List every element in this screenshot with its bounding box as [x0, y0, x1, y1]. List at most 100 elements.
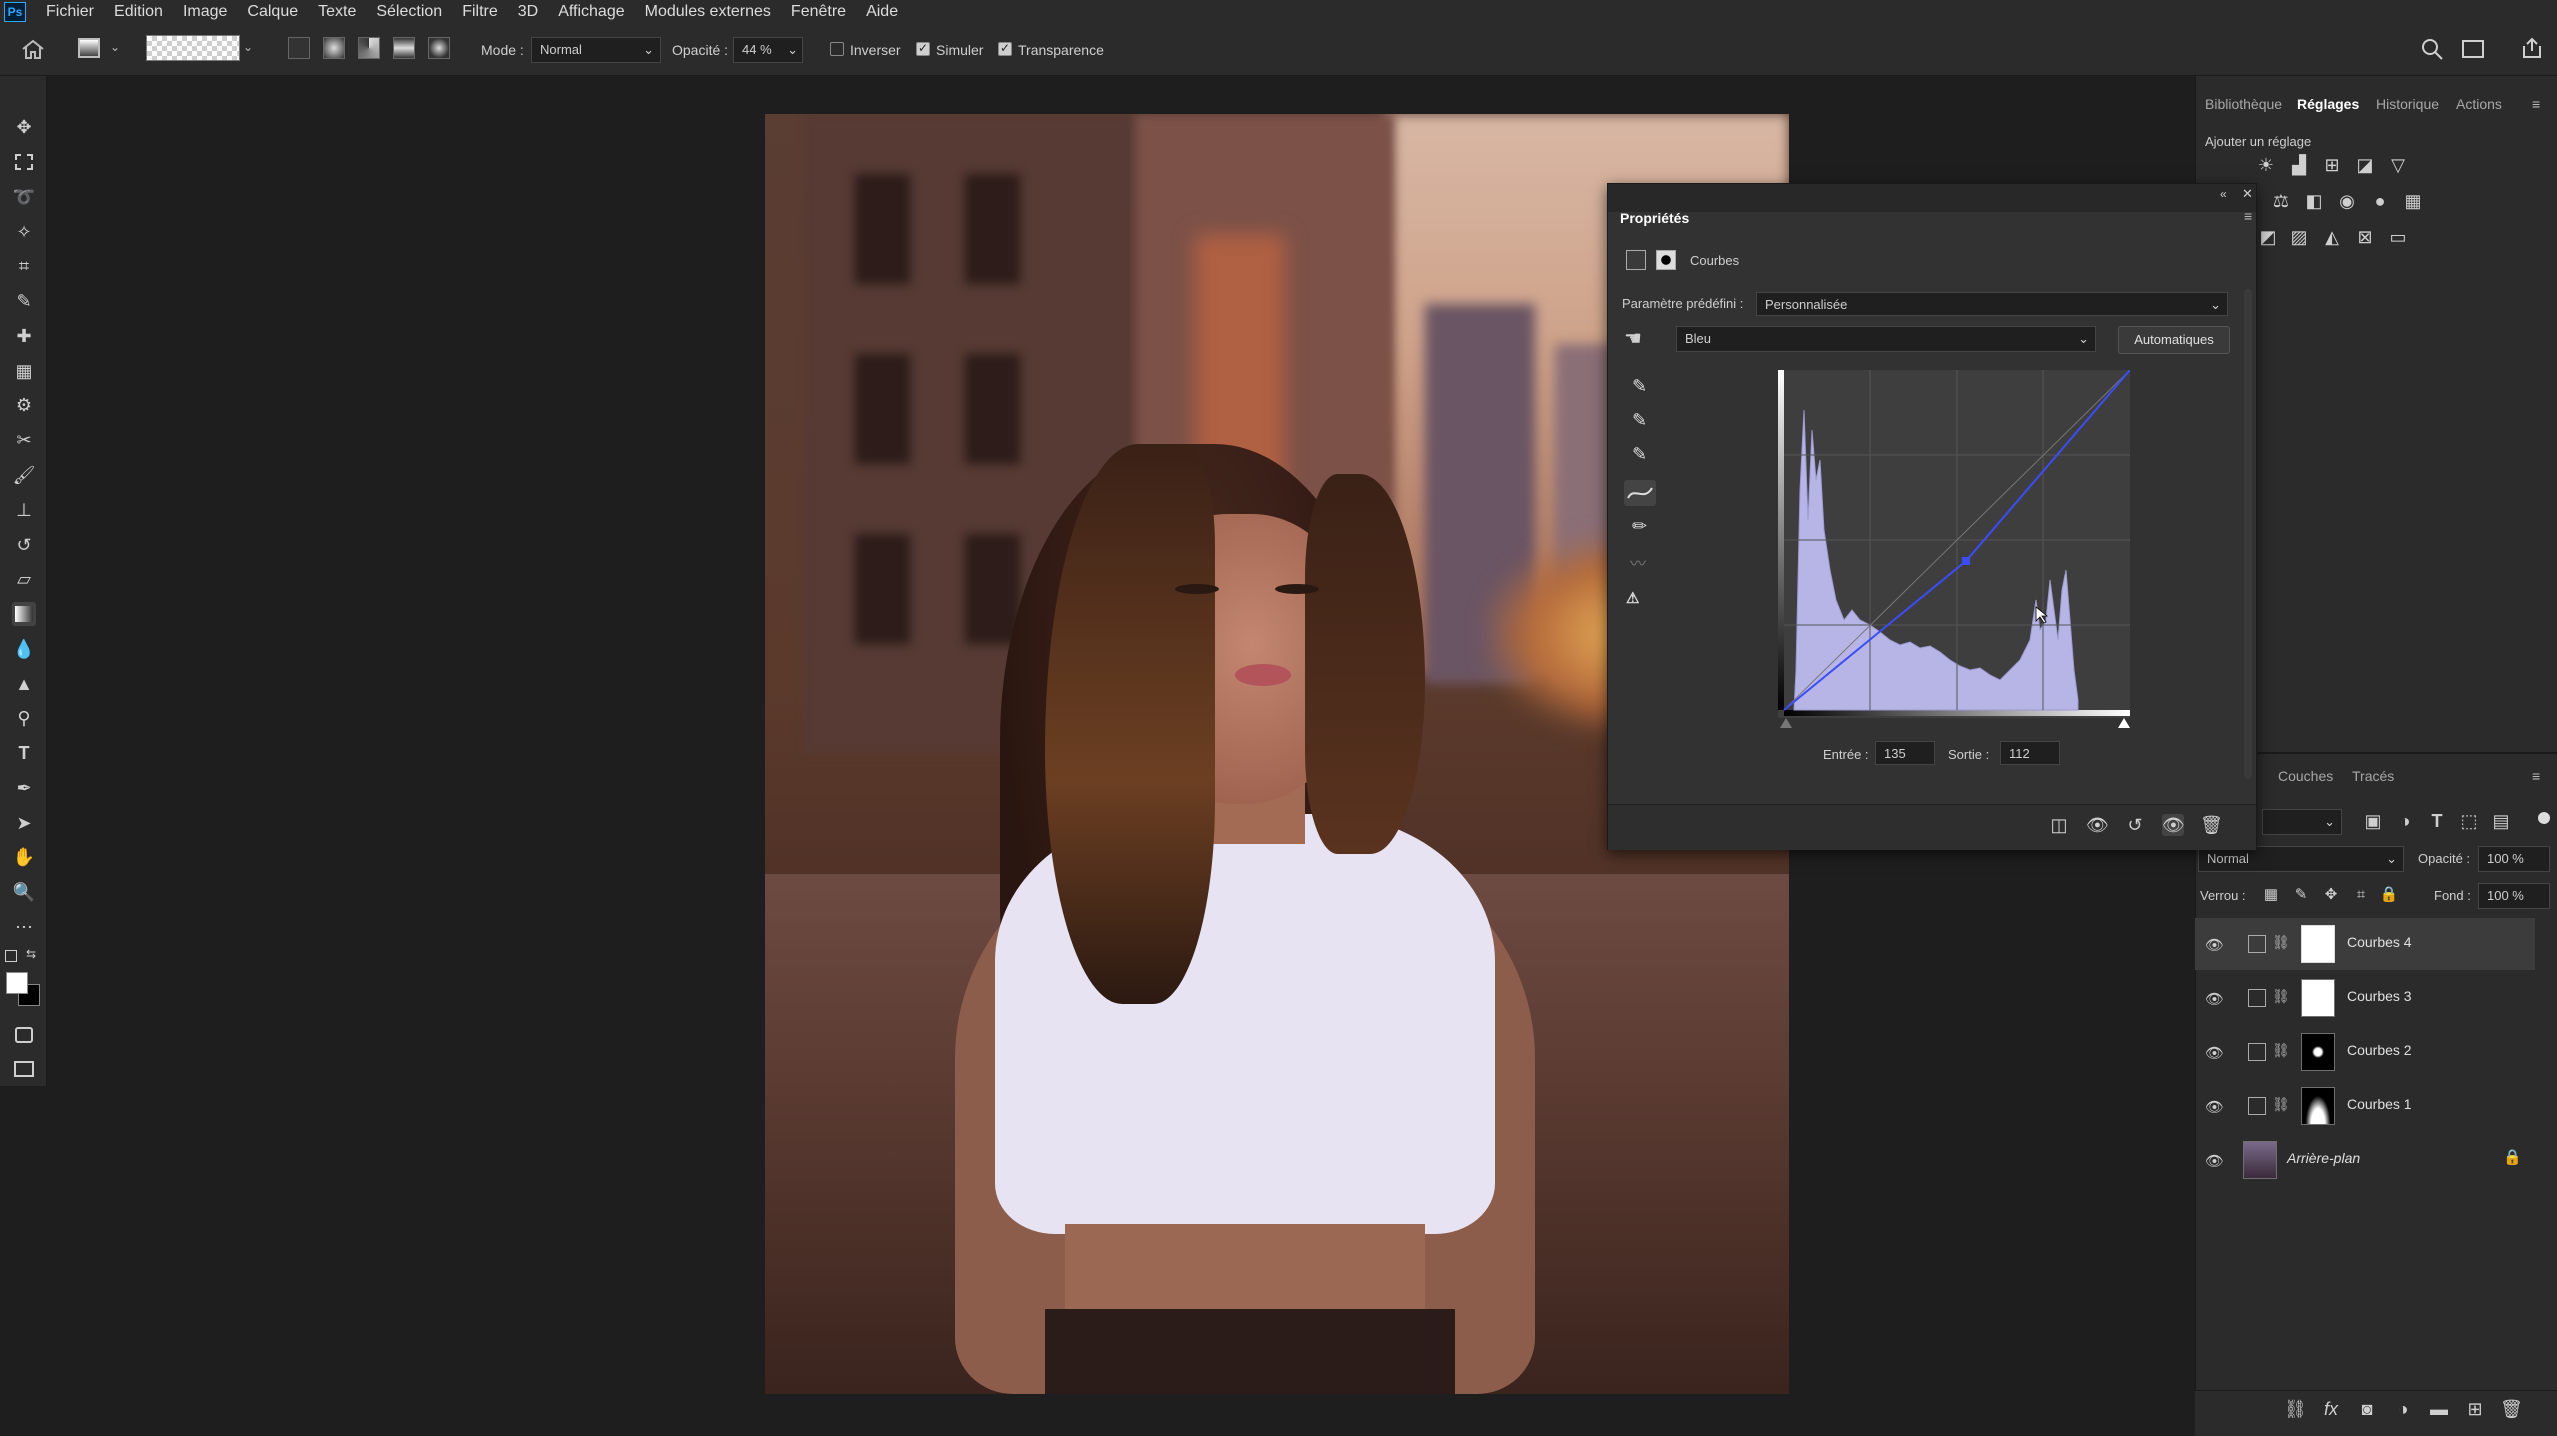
lock-all-icon[interactable]: 🔒 — [2378, 884, 2400, 906]
output-field[interactable]: 112 — [2000, 741, 2060, 765]
tab-historique[interactable]: Historique — [2376, 96, 2439, 112]
filter-toggle[interactable] — [2538, 812, 2550, 824]
chain-link-icon[interactable]: ⛓ — [2272, 934, 2290, 951]
layer-opacity-field[interactable]: 100 % — [2478, 846, 2550, 872]
dodge-tool-icon[interactable]: ⚲ — [12, 706, 36, 730]
panel-menu-icon[interactable]: ≡ — [2244, 208, 2252, 224]
layer-mask-thumbnail[interactable] — [2301, 1087, 2335, 1125]
panel-menu-icon[interactable]: ≡ — [2532, 96, 2540, 112]
layer-name[interactable]: Arrière-plan — [2287, 1150, 2360, 1166]
layer-name[interactable]: Courbes 2 — [2347, 1042, 2412, 1058]
black-point-slider[interactable] — [1780, 718, 1792, 728]
layer-name[interactable]: Courbes 1 — [2347, 1096, 2412, 1112]
brush-tool-icon[interactable]: 🖌 — [12, 463, 36, 487]
chain-link-icon[interactable]: ⛓ — [2272, 1042, 2290, 1059]
close-icon[interactable]: ✕ — [2242, 186, 2253, 202]
clip-to-layer-icon[interactable]: ◫ — [2048, 814, 2070, 836]
gray-point-eyedropper-icon[interactable]: ✎ — [1632, 410, 1647, 431]
properties-scrollbar[interactable] — [2244, 289, 2252, 779]
mode-dropdown[interactable]: Normal ⌄ — [531, 37, 661, 63]
levels-icon[interactable]: ▟ — [2288, 154, 2310, 176]
lock-pixels-icon[interactable]: ▦ — [2260, 884, 2282, 906]
angle-gradient-button[interactable] — [358, 37, 380, 59]
filter-type-icon[interactable]: T — [2426, 810, 2448, 832]
sharpen-tool-icon[interactable]: ▲ — [12, 672, 36, 696]
exposure-icon[interactable]: ◪ — [2354, 154, 2376, 176]
transparency-checkbox[interactable] — [998, 41, 1012, 56]
history-brush-tool-icon[interactable]: ↺ — [12, 533, 36, 557]
gradient-tool-icon[interactable] — [12, 602, 36, 626]
mask-icon[interactable] — [1656, 250, 1676, 270]
color-balance-icon[interactable]: ⚖ — [2270, 190, 2292, 212]
tab-bibliotheque[interactable]: Bibliothèque — [2205, 96, 2282, 112]
healing-brush-tool-icon[interactable]: ✚ — [12, 324, 36, 348]
swap-colors-icon[interactable]: ⇆ — [26, 947, 36, 961]
white-point-slider[interactable] — [2118, 718, 2130, 728]
menu-modules-externes[interactable]: Modules externes — [635, 0, 781, 24]
curve-point-tool-icon[interactable] — [1624, 480, 1656, 506]
pencil-tool-icon[interactable]: ✏ — [1632, 516, 1647, 537]
content-aware-tool-icon[interactable]: ⚙ — [12, 393, 36, 417]
lock-brush-icon[interactable]: ✎ — [2290, 884, 2312, 906]
tab-actions[interactable]: Actions — [2456, 96, 2502, 112]
vibrance-icon[interactable]: ▽ — [2387, 154, 2409, 176]
gradient-tool-icon[interactable] — [78, 38, 100, 58]
filter-smart-icon[interactable]: ▤ — [2490, 810, 2512, 832]
menu-edition[interactable]: Edition — [104, 0, 173, 24]
eyedropper-tool-icon[interactable]: ✎ — [12, 289, 36, 313]
posterize-icon[interactable]: ▨ — [2288, 226, 2310, 248]
default-colors-icon[interactable] — [5, 950, 17, 962]
collapse-icon[interactable]: « — [2220, 187, 2227, 201]
layer-name[interactable]: Courbes 4 — [2347, 934, 2412, 950]
layer-row-arriere-plan[interactable]: 👁 Arrière-plan 🔒 — [2195, 1134, 2535, 1186]
curves-adjustment-icon[interactable] — [1626, 250, 1646, 270]
gradient-map-icon[interactable]: ⊠ — [2354, 226, 2376, 248]
blur-tool-icon[interactable]: 💧 — [12, 637, 36, 661]
foreground-color-swatch[interactable] — [6, 972, 28, 994]
hand-tool-icon[interactable]: ✋ — [12, 845, 36, 869]
marquee-tool-icon[interactable] — [12, 150, 36, 174]
fx-icon[interactable]: fx — [2320, 1398, 2342, 1420]
home-icon[interactable] — [20, 38, 46, 60]
lasso-tool-icon[interactable]: ➰ — [12, 185, 36, 209]
path-selection-tool-icon[interactable]: ➤ — [12, 811, 36, 835]
workspace-icon[interactable] — [2462, 40, 2484, 58]
layer-name[interactable]: Courbes 3 — [2347, 988, 2412, 1004]
photo-filter-icon[interactable]: ◉ — [2336, 190, 2358, 212]
reset-icon[interactable]: ↺ — [2124, 814, 2146, 836]
layer-row-courbes-4[interactable]: 👁 ⛓ Courbes 4 — [2195, 918, 2535, 970]
black-white-icon[interactable]: ◧ — [2303, 190, 2325, 212]
color-lookup-icon[interactable]: ▦ — [2402, 190, 2424, 212]
gradient-dropdown-icon[interactable]: ⌄ — [243, 40, 253, 54]
chain-link-icon[interactable]: ⛓ — [2272, 988, 2290, 1005]
tab-couches[interactable]: Couches — [2278, 768, 2333, 784]
share-icon[interactable] — [2520, 36, 2544, 60]
visibility-eye-icon[interactable]: 👁 — [2205, 1098, 2224, 1116]
eraser-tool-icon[interactable]: ▱ — [12, 567, 36, 591]
menu-texte[interactable]: Texte — [308, 0, 366, 24]
new-layer-icon[interactable]: ⊞ — [2464, 1398, 2486, 1420]
type-tool-icon[interactable]: T — [12, 741, 36, 765]
simulate-checkbox[interactable] — [916, 41, 930, 56]
brightness-icon[interactable]: ☀ — [2255, 154, 2277, 176]
tab-traces[interactable]: Tracés — [2352, 768, 2394, 784]
chain-link-icon[interactable]: ⛓ — [2272, 1096, 2290, 1113]
layer-image-thumbnail[interactable] — [2243, 1141, 2277, 1179]
scissors-tool-icon[interactable]: ✂ — [12, 428, 36, 452]
crop-tool-icon[interactable]: ⌗ — [12, 254, 36, 278]
menu-fichier[interactable]: Fichier — [36, 0, 104, 24]
menu-image[interactable]: Image — [173, 0, 237, 24]
opacity-field[interactable]: 44 % ⌄ — [733, 37, 803, 63]
on-image-adjust-icon[interactable]: ☚ — [1624, 326, 1642, 351]
diamond-gradient-button[interactable] — [428, 37, 450, 59]
delete-adjustment-icon[interactable]: 🗑 — [2200, 814, 2223, 836]
radial-gradient-button[interactable] — [323, 37, 345, 59]
visibility-eye-icon[interactable]: 👁 — [2205, 936, 2224, 954]
lock-position-icon[interactable]: ✥ — [2320, 884, 2342, 906]
view-previous-state-icon[interactable]: 👁 — [2086, 814, 2109, 836]
visibility-eye-icon[interactable]: 👁 — [2205, 1152, 2224, 1170]
layer-row-courbes-2[interactable]: 👁 ⛓ Courbes 2 — [2195, 1026, 2535, 1078]
black-point-eyedropper-icon[interactable]: ✎ — [1632, 376, 1647, 397]
tab-reglages[interactable]: Réglages — [2297, 96, 2359, 112]
layers-menu-icon[interactable]: ≡ — [2532, 768, 2540, 784]
